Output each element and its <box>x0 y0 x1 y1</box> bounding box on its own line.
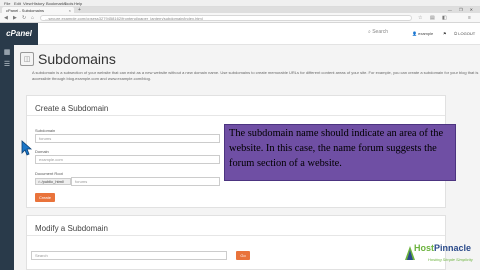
host-pinnacle-watermark: HostPinnacle Hosting Simple Simplicity <box>402 243 480 270</box>
logout-label: LOGOUT <box>458 31 476 36</box>
menu-tools[interactable]: Tools <box>64 1 73 6</box>
watermark-brand: HostPinnacle <box>414 243 472 253</box>
user-menu[interactable]: 👤 example <box>412 31 433 36</box>
logout-link[interactable]: ⏻ LOGOUT <box>454 31 475 36</box>
modify-search-input[interactable]: Search <box>31 251 227 260</box>
os-menubar: File Edit View History Bookmarks Tools H… <box>0 0 480 7</box>
annotation-overlay: The subdomain name should indicate an ar… <box>224 124 456 181</box>
users-icon[interactable]: ☰ <box>3 61 11 69</box>
modify-panel-title: Modify a Subdomain <box>35 224 108 233</box>
home-icon[interactable]: ⌂ <box>31 15 34 21</box>
domain-label: Domain <box>35 149 49 154</box>
menu-edit[interactable]: Edit <box>14 1 21 6</box>
panel-divider <box>27 235 445 236</box>
create-button[interactable]: Create <box>35 193 55 202</box>
subdomain-input[interactable]: forums <box>35 134 220 143</box>
document-root-label: Document Root <box>35 171 63 176</box>
forward-icon[interactable]: ▶ <box>13 15 17 21</box>
document-root-prefix-text: /public_html/ <box>41 179 65 184</box>
menu-file[interactable]: File <box>4 1 10 6</box>
home-icon: ⌂ <box>38 179 41 184</box>
panel-divider <box>27 115 445 116</box>
domain-select[interactable]: example.com <box>35 155 220 164</box>
cpanel-logo[interactable]: cPanel <box>0 23 38 45</box>
menu-history[interactable]: History <box>32 1 44 6</box>
address-input[interactable]: ...secure.example.com/cpsess3279458162/f… <box>40 15 412 21</box>
document-root-prefix: ⌂ /public_html/ <box>35 178 71 185</box>
header-search-placeholder: Search <box>372 29 389 35</box>
bookmark-star-icon[interactable]: ☆ <box>418 15 422 21</box>
modify-subdomain-panel: Modify a Subdomain Search Go <box>26 215 446 270</box>
url-bar: ◀ ▶ ↻ ⌂ ...secure.example.com/cpsess3279… <box>0 13 480 23</box>
mouse-cursor-icon <box>21 140 33 156</box>
user-label: example <box>418 31 434 36</box>
reload-icon[interactable]: ↻ <box>22 15 26 21</box>
menu-help[interactable]: Help <box>74 1 82 6</box>
menu-bookmarks[interactable]: Bookmarks <box>46 1 66 6</box>
subdomain-label: Subdomain <box>35 128 56 133</box>
back-icon[interactable]: ◀ <box>4 15 8 21</box>
menu-hamburger-icon[interactable]: ≡ <box>468 15 471 21</box>
grid-icon[interactable]: ▦ <box>3 49 11 57</box>
sidebar: ▦ ☰ <box>0 45 14 270</box>
page-title: Subdomains <box>38 51 116 67</box>
subdomain-icon: ◫ <box>20 52 34 66</box>
page-intro: A subdomain is a subsection of your webs… <box>32 70 479 81</box>
menu-view[interactable]: View <box>23 1 32 6</box>
library-icon[interactable]: ▤ <box>430 15 435 21</box>
notifications-icon[interactable]: ⚑ <box>443 31 447 36</box>
window-controls[interactable]: — ❐ ✕ <box>448 7 476 12</box>
watermark-tagline: Hosting Simple Simplicity <box>428 257 473 262</box>
create-panel-title: Create a Subdomain <box>35 104 109 113</box>
extension-icon[interactable]: ◧ <box>442 15 447 21</box>
go-button[interactable]: Go <box>236 251 250 260</box>
header-search-input[interactable]: ⌕ Search <box>368 29 398 38</box>
cpanel-header: cPanel ⌕ Search 👤 example ⚑ ⏻ LOGOUT <box>0 23 480 45</box>
document-root-input[interactable]: forums <box>71 177 220 186</box>
